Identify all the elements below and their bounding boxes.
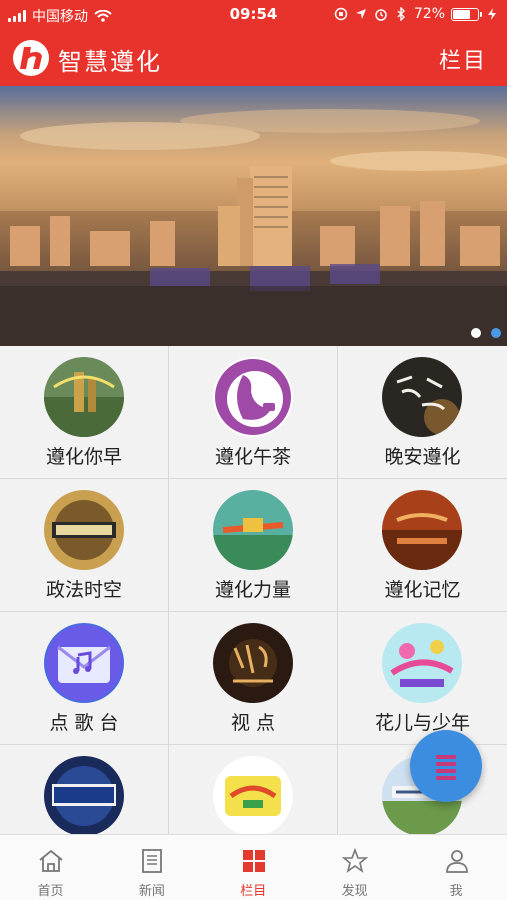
columns-menu-button[interactable]: 栏目	[439, 43, 487, 75]
column-item-label: 晚安遵化	[384, 446, 461, 468]
column-item[interactable]: 遵化午茶	[169, 346, 337, 478]
bluetooth-icon	[397, 7, 405, 21]
carousel-indicators	[471, 328, 501, 338]
carousel-dot[interactable]	[491, 328, 501, 338]
news-icon	[142, 849, 163, 873]
app-screen: 中国移动 09:54 72% 智慧遵化 栏目 遵化你早 遵化午茶 晚安遵化 政法…	[0, 0, 507, 900]
city-skyline-image	[0, 86, 507, 346]
banner-carousel[interactable]	[0, 86, 507, 346]
user-icon	[445, 850, 468, 873]
column-item-label: 遵化你早	[45, 446, 122, 468]
memory-thumbnail	[382, 490, 462, 570]
column-item-label: 遵化力量	[214, 579, 291, 601]
status-right: 72%	[334, 6, 499, 22]
viewpoint-thumbnail	[213, 623, 293, 703]
tab-news[interactable]: 新闻	[101, 835, 202, 900]
column-item-label: 遵化记忆	[384, 579, 461, 601]
column-item-label: 遵化午茶	[214, 446, 291, 468]
app-title: 智慧遵化	[58, 48, 162, 76]
orientation-lock-icon	[334, 7, 348, 21]
discover-icon	[341, 847, 369, 873]
column-item[interactable]: 点 歌 台	[0, 612, 168, 744]
alarm-icon	[375, 9, 387, 21]
traffic-police-thumbnail	[44, 756, 124, 834]
column-item-label: 点 歌 台	[49, 712, 119, 734]
grid-icon	[242, 850, 265, 872]
app-header: 智慧遵化 栏目	[0, 30, 507, 86]
tab-grid[interactable]: 栏目	[203, 835, 304, 900]
column-item[interactable]: 政法时空	[0, 479, 168, 611]
carousel-dot[interactable]	[471, 328, 481, 338]
tab-discover[interactable]: 发现	[304, 835, 405, 900]
column-item[interactable]	[0, 745, 168, 834]
morning-thumbnail	[44, 357, 124, 437]
column-item[interactable]: 遵化你早	[0, 346, 168, 478]
flowers-youth-thumbnail	[382, 623, 462, 703]
battery-percent: 72%	[413, 6, 445, 22]
column-item[interactable]: 遵化力量	[169, 479, 337, 611]
status-bar: 中国移动 09:54 72%	[0, 0, 507, 30]
column-item-label: 花儿与少年	[374, 712, 470, 734]
charging-icon	[488, 8, 496, 20]
tab-user[interactable]: 我	[406, 835, 507, 900]
menu-bars-icon	[436, 755, 456, 783]
home-icon	[39, 849, 63, 872]
floating-menu-button[interactable]	[410, 730, 482, 802]
column-item[interactable]: 花儿与少年	[338, 612, 507, 744]
music-mail-thumbnail	[44, 623, 124, 703]
column-item-label: 政法时空	[45, 579, 122, 601]
afternoon-tea-thumbnail	[213, 357, 293, 437]
battery-icon	[451, 7, 482, 21]
column-item[interactable]	[169, 745, 337, 834]
tab-label: 新闻	[138, 884, 165, 899]
location-icon	[355, 9, 366, 19]
law-thumbnail	[44, 490, 124, 570]
column-item-label: 视 点	[230, 712, 276, 734]
column-item[interactable]: 晚安遵化	[338, 346, 507, 478]
tab-label: 首页	[37, 884, 64, 899]
tab-label: 我	[449, 884, 463, 899]
tab-home[interactable]: 首页	[0, 835, 101, 900]
app-logo-icon[interactable]	[12, 39, 50, 77]
power-thumbnail	[213, 490, 293, 570]
evening-thumbnail	[382, 357, 462, 437]
column-item[interactable]: 视 点	[169, 612, 337, 744]
tab-label: 栏目	[240, 884, 267, 899]
tab-label: 发现	[341, 884, 368, 899]
life-thumbnail	[213, 756, 293, 834]
bottom-tab-bar: 首页 新闻 栏目 发现 我	[0, 834, 507, 900]
column-item[interactable]: 遵化记忆	[338, 479, 507, 611]
